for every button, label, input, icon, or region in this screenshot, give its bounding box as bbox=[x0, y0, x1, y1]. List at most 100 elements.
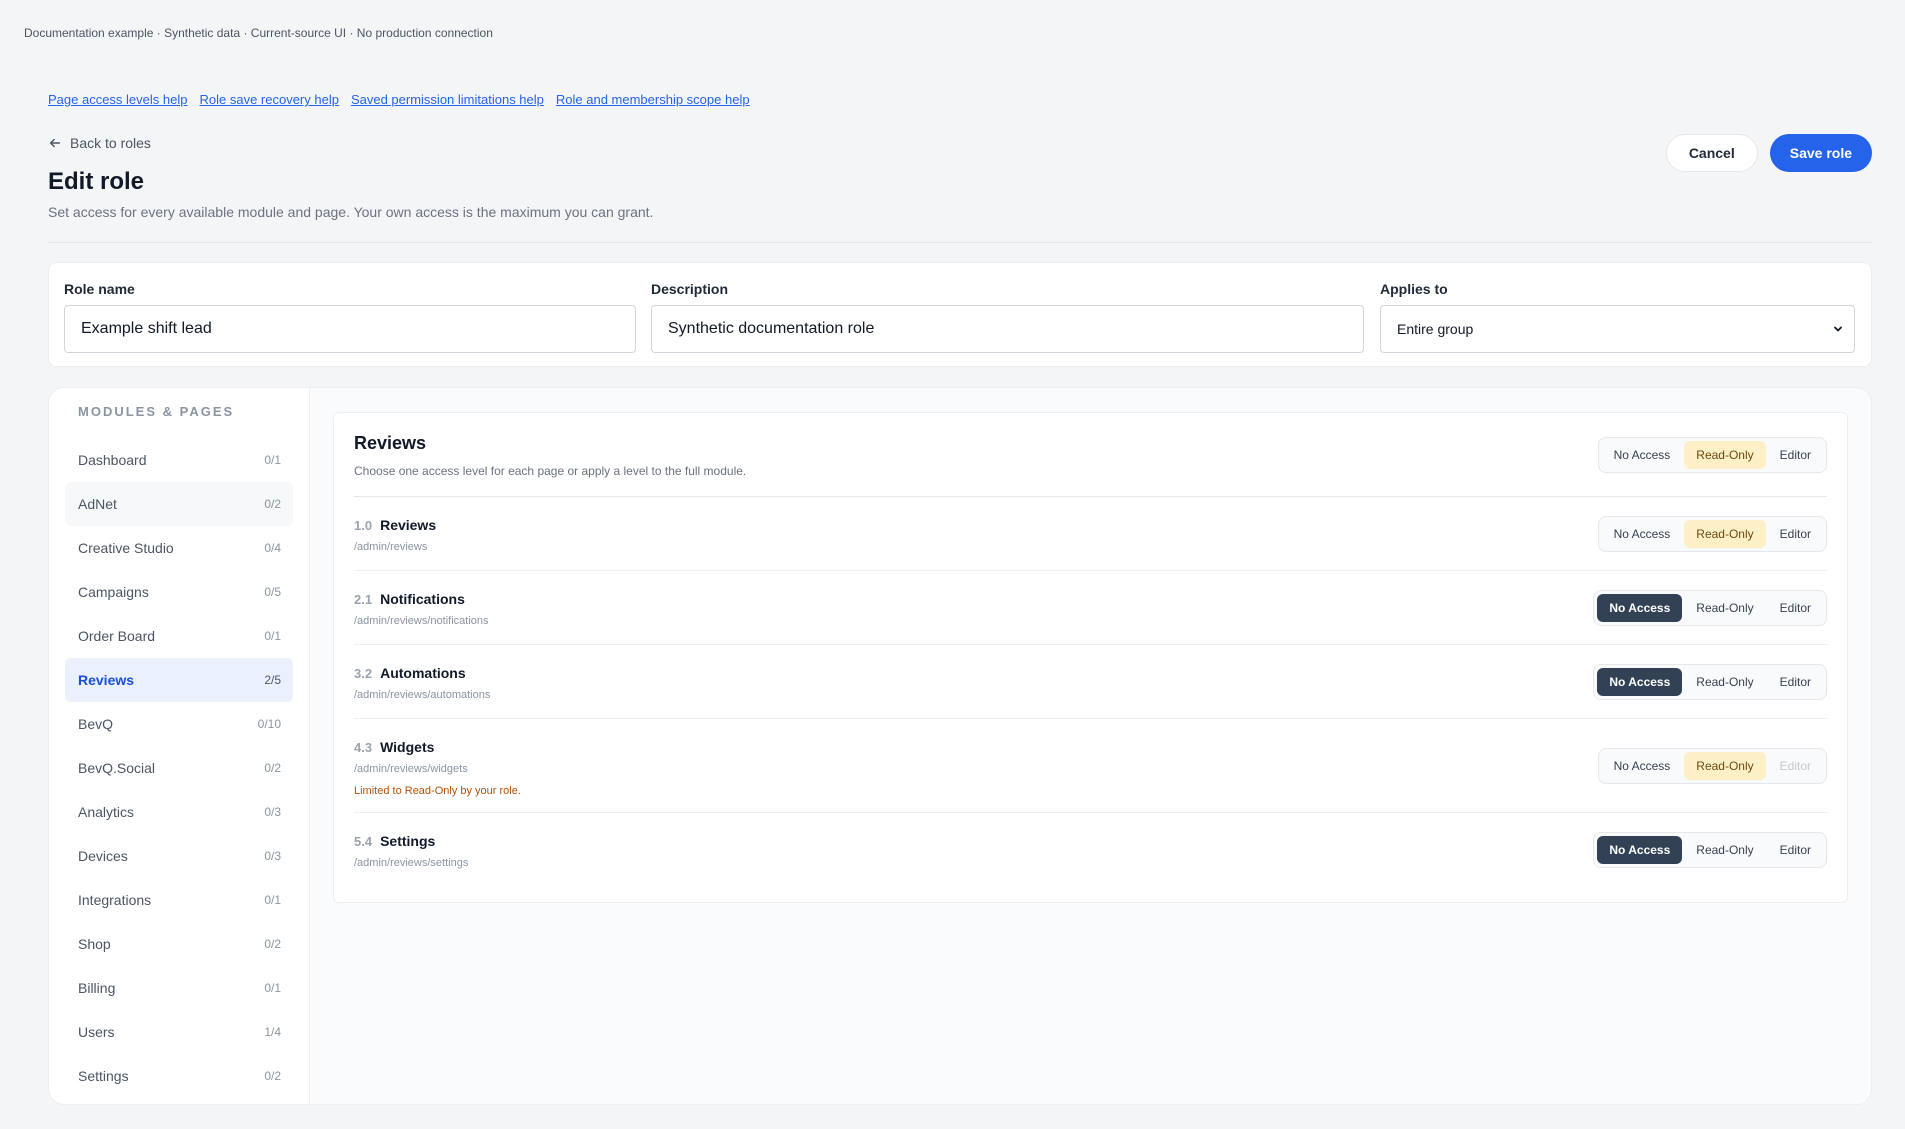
applies-to-select[interactable]: Entire group bbox=[1380, 305, 1855, 353]
sidebar-item-users[interactable]: Users 1/4 bbox=[65, 1010, 293, 1054]
sidebar-item-devices[interactable]: Devices 0/3 bbox=[65, 834, 293, 878]
sidebar-item-label: Reviews bbox=[78, 672, 135, 688]
page-access-selector: No Access Read-Only Editor bbox=[1597, 516, 1827, 552]
access-option-editor[interactable]: Editor bbox=[1768, 836, 1823, 864]
sidebar-item-creative-studio[interactable]: Creative Studio 0/4 bbox=[65, 526, 293, 570]
page-name: Automations bbox=[380, 665, 466, 681]
applies-to-field: Applies to Entire group bbox=[1380, 281, 1855, 353]
page-subtitle: Set access for every available module an… bbox=[48, 204, 654, 220]
back-label: Back to roles bbox=[70, 135, 151, 151]
save-role-button[interactable]: Save role bbox=[1769, 134, 1872, 172]
description-label: Description bbox=[651, 281, 729, 297]
page-row-notifications: 2.1 Notifications/admin/reviews/notificat… bbox=[354, 571, 1827, 645]
page-name: Notifications bbox=[380, 591, 465, 607]
access-option-read-only[interactable]: Read-Only bbox=[1684, 668, 1765, 696]
page-access-selector: No Access Read-Only Editor bbox=[1593, 590, 1827, 626]
access-option-editor[interactable]: Editor bbox=[1768, 441, 1823, 469]
page-row-automations: 3.2 Automations/admin/reviews/automations… bbox=[354, 645, 1827, 719]
access-option-no-access[interactable]: No Access bbox=[1597, 594, 1683, 622]
page-row-widgets: 4.3 Widgets/admin/reviews/widgets Limited … bbox=[354, 719, 1827, 813]
page-name: Settings bbox=[380, 833, 436, 849]
sidebar-item-settings[interactable]: Settings 0/2 bbox=[65, 1054, 293, 1098]
access-option-editor[interactable]: Editor bbox=[1768, 520, 1823, 548]
access-option-no-access[interactable]: No Access bbox=[1602, 520, 1683, 548]
chevron-down-icon bbox=[1834, 326, 1842, 332]
page-number: 4.3 bbox=[354, 740, 373, 755]
access-option-read-only[interactable]: Read-Only bbox=[1684, 594, 1765, 622]
sidebar-item-count: 0/1 bbox=[264, 629, 281, 643]
sidebar-item-count: 0/2 bbox=[264, 497, 281, 511]
page-name: Widgets bbox=[380, 739, 435, 755]
sidebar-item-count: 0/3 bbox=[264, 849, 281, 863]
access-limit-warning: Limited to Read-Only by your role. bbox=[354, 785, 521, 797]
module-content: Reviews Choose one access level for each… bbox=[311, 388, 1871, 1104]
access-option-editor[interactable]: Editor bbox=[1768, 594, 1823, 622]
sidebar-item-adnet[interactable]: AdNet 0/2 bbox=[65, 482, 293, 526]
sidebar-item-label: Shop bbox=[78, 936, 111, 952]
help-link-saved-permission-limitations[interactable]: Saved permission limitations help bbox=[351, 92, 544, 107]
help-links: Page access levels help Role save recove… bbox=[48, 92, 750, 107]
header-actions: Cancel Save role bbox=[1665, 134, 1872, 172]
header-divider bbox=[48, 242, 1872, 243]
permissions-card: MODULES & PAGES Dashboard 0/1 AdNet 0/2 Crea… bbox=[48, 387, 1872, 1105]
sidebar-item-count: 0/1 bbox=[264, 981, 281, 995]
description-input[interactable] bbox=[651, 305, 1364, 353]
sidebar-item-analytics[interactable]: Analytics 0/3 bbox=[65, 790, 293, 834]
page-access-selector: No Access Read-Only Editor bbox=[1593, 832, 1827, 868]
page-number: 1.0 bbox=[354, 518, 373, 533]
sidebar-item-count: 2/5 bbox=[264, 673, 281, 687]
sidebar-item-label: Billing bbox=[78, 980, 116, 996]
arrow-left-icon bbox=[49, 138, 61, 148]
access-option-editor: Editor bbox=[1779, 759, 1811, 773]
access-option-no-access[interactable]: No Access bbox=[1602, 441, 1683, 469]
page-access-selector: No Access Read-Only Editor bbox=[1593, 664, 1827, 700]
module-access-selector: No Access Read-Only Editor bbox=[1597, 437, 1827, 473]
sidebar-item-count: 0/4 bbox=[264, 541, 281, 555]
access-option-editor[interactable]: Editor bbox=[1768, 668, 1823, 696]
sidebar-item-order-board[interactable]: Order Board 0/1 bbox=[65, 614, 293, 658]
documentation-banner: Documentation example · Synthetic data ·… bbox=[24, 26, 493, 40]
sidebar-item-label: Dashboard bbox=[78, 452, 147, 468]
back-to-roles-link[interactable]: Back to roles bbox=[48, 135, 151, 151]
sidebar-item-bevq-social[interactable]: BevQ.Social 0/2 bbox=[65, 746, 293, 790]
sidebar-item-shop[interactable]: Shop 0/2 bbox=[65, 922, 293, 966]
access-option-read-only[interactable]: Read-Only bbox=[1684, 520, 1766, 548]
help-link-role-save-recovery[interactable]: Role save recovery help bbox=[199, 92, 338, 107]
sidebar-item-label: Devices bbox=[78, 848, 128, 864]
sidebar-item-label: Settings bbox=[78, 1068, 129, 1084]
module-header: Reviews Choose one access level for each… bbox=[354, 433, 1827, 497]
help-link-page-access-levels[interactable]: Page access levels help bbox=[48, 92, 187, 107]
access-option-no-access[interactable]: No Access bbox=[1602, 752, 1683, 780]
access-option-read-only[interactable]: Read-Only bbox=[1684, 752, 1766, 780]
sidebar-item-label: Order Board bbox=[78, 628, 156, 644]
sidebar-item-reviews[interactable]: Reviews 2/5 bbox=[65, 658, 293, 702]
page-number: 5.4 bbox=[354, 834, 373, 849]
sidebar-item-label: Users bbox=[78, 1024, 115, 1040]
sidebar-item-bevq[interactable]: BevQ 0/10 bbox=[65, 702, 293, 746]
access-option-read-only[interactable]: Read-Only bbox=[1684, 836, 1765, 864]
sidebar-item-count: 0/1 bbox=[264, 893, 281, 907]
sidebar-item-integrations[interactable]: Integrations 0/1 bbox=[65, 878, 293, 922]
sidebar-item-label: Analytics bbox=[78, 804, 135, 820]
applies-to-value: Entire group bbox=[1397, 321, 1474, 337]
sidebar-item-dashboard[interactable]: Dashboard 0/1 bbox=[65, 438, 293, 482]
access-option-no-access[interactable]: No Access bbox=[1597, 668, 1683, 696]
sidebar-item-campaigns[interactable]: Campaigns 0/5 bbox=[65, 570, 293, 614]
help-link-role-membership-scope[interactable]: Role and membership scope help bbox=[556, 92, 750, 107]
sidebar-item-billing[interactable]: Billing 0/1 bbox=[65, 966, 293, 1010]
page-title: Edit role bbox=[48, 168, 145, 195]
sidebar-item-count: 0/5 bbox=[264, 585, 281, 599]
role-name-label: Role name bbox=[64, 281, 135, 297]
page-row-reviews: 1.0 Reviews/admin/reviews No Access Read-On… bbox=[354, 497, 1827, 571]
access-option-read-only[interactable]: Read-Only bbox=[1684, 441, 1766, 469]
description-field: Description bbox=[651, 281, 1364, 353]
sidebar-item-count: 0/2 bbox=[264, 1069, 281, 1083]
sidebar-item-label: Creative Studio bbox=[78, 540, 174, 556]
role-details-card: Role name Description Applies to Entire … bbox=[48, 262, 1872, 367]
sidebar-item-count: 0/10 bbox=[257, 717, 281, 731]
access-option-no-access[interactable]: No Access bbox=[1597, 836, 1683, 864]
cancel-button[interactable]: Cancel bbox=[1665, 134, 1758, 172]
sidebar-item-label: BevQ.Social bbox=[78, 760, 156, 776]
sidebar-item-label: Integrations bbox=[78, 892, 152, 908]
role-name-input[interactable] bbox=[64, 305, 636, 353]
